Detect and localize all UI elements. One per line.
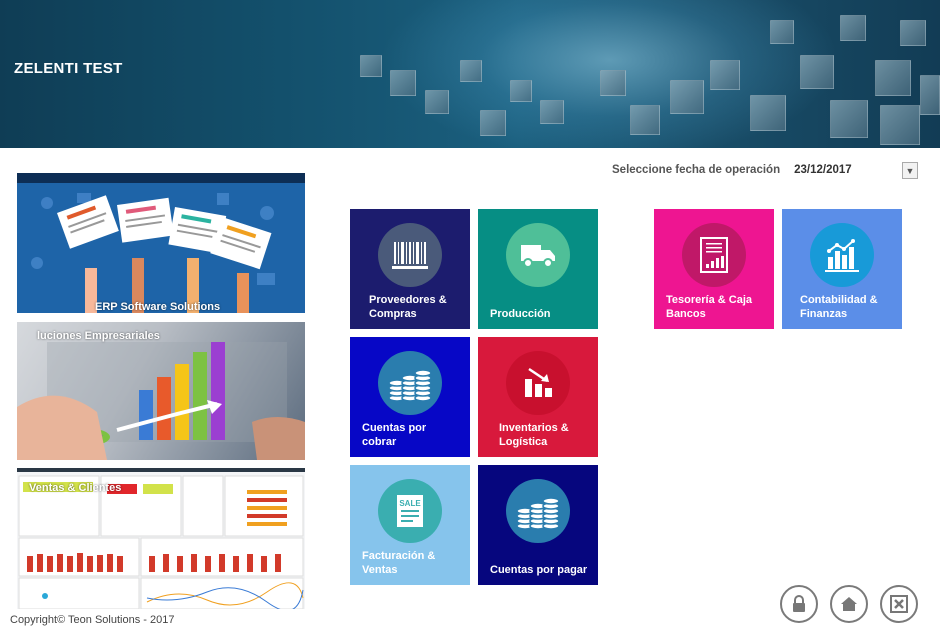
sales-dashboard-banner: Ventas & Clientes — [17, 468, 305, 609]
barcode-icon — [378, 223, 442, 287]
tile-label-contabilidad: Contabilidad & Finanzas — [800, 294, 878, 320]
sale-receipt-icon: SALE — [378, 479, 442, 543]
tile-cuentas-por-cobrar[interactable]: Cuentas por cobrar — [350, 337, 470, 457]
truck-icon — [506, 223, 570, 287]
operation-date-label: Seleccione fecha de operación — [612, 164, 781, 176]
tile-facturacion-ventas[interactable]: SALE Facturación & Ventas — [350, 465, 470, 585]
operation-date-selector: Seleccione fecha de operación 23/12/2017 — [612, 160, 894, 180]
people-mosaic-image — [330, 0, 940, 148]
lock-icon — [793, 595, 805, 612]
lock-button[interactable] — [780, 585, 818, 623]
report-icon — [682, 223, 746, 287]
home-icon — [841, 597, 857, 611]
operation-date-value[interactable]: 23/12/2017 — [794, 164, 894, 176]
header-banner: ZELENTI TEST — [0, 0, 940, 148]
tile-label-facturacion: Facturación & Ventas — [362, 550, 436, 576]
date-dropdown-button[interactable]: ▼ — [902, 162, 918, 179]
tile-inventarios-logistica[interactable]: Inventarios & Logística — [478, 337, 598, 457]
erp-software-banner: ERP Software Solutions — [17, 173, 305, 313]
chevron-down-icon: ▼ — [905, 165, 915, 176]
tile-label-cuentas-cobrar: Cuentas por cobrar — [362, 422, 427, 448]
tile-label-inventarios: Inventarios & Logística — [499, 422, 569, 448]
tile-label-proveedores: Proveedores & Compras — [369, 294, 447, 320]
coins-icon — [506, 479, 570, 543]
tile-produccion[interactable]: Producción — [478, 209, 598, 329]
banner-caption-sales: Ventas & Clientes — [29, 482, 122, 494]
copyright-text: Copyright© Teon Solutions - 2017 — [10, 614, 175, 626]
svg-text:SALE: SALE — [399, 499, 421, 508]
tile-cuentas-por-pagar[interactable]: Cuentas por pagar — [478, 465, 598, 585]
bar-chart-down-icon — [506, 351, 570, 415]
banner-caption-business: luciones Empresariales — [37, 330, 160, 342]
tile-label-produccion: Producción — [490, 308, 551, 320]
coins-icon — [378, 351, 442, 415]
app-title: ZELENTI TEST — [14, 60, 123, 77]
tile-label-tesoreria: Tesorería & Caja Bancos — [666, 294, 753, 320]
bar-chart-up-icon — [810, 223, 874, 287]
close-icon — [890, 595, 908, 613]
tile-tesoreria-caja-bancos[interactable]: Tesorería & Caja Bancos — [654, 209, 774, 329]
tile-label-cuentas-pagar: Cuentas por pagar — [490, 564, 588, 576]
business-solutions-banner: luciones Empresariales — [17, 322, 305, 460]
close-button[interactable] — [880, 585, 918, 623]
tile-proveedores-compras[interactable]: Proveedores & Compras — [350, 209, 470, 329]
home-button[interactable] — [830, 585, 868, 623]
banner-caption-erp: ERP Software Solutions — [95, 301, 221, 313]
tile-contabilidad-finanzas[interactable]: Contabilidad & Finanzas — [782, 209, 902, 329]
